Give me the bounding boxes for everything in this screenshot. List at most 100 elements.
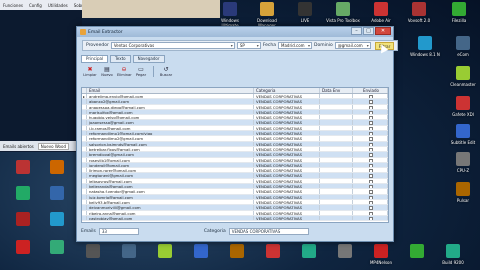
email-cell[interactable]: salsorion.bsimnds@gmail.com bbox=[87, 141, 254, 146]
enviado-checkbox[interactable] bbox=[369, 211, 373, 215]
enviado-checkbox[interactable] bbox=[369, 110, 373, 115]
column-header-enviado[interactable]: Enviado bbox=[353, 88, 388, 93]
desktop-icon[interactable] bbox=[40, 212, 74, 228]
categoria-cell[interactable]: VENDAS CORPORATIVAS bbox=[254, 157, 320, 162]
enviado-checkbox[interactable] bbox=[369, 121, 373, 125]
bg-status-field[interactable]: Nuevo Wood bbox=[37, 142, 69, 150]
data-env-cell[interactable] bbox=[320, 215, 353, 221]
proveedor-select[interactable]: Ventas Corporativas bbox=[110, 42, 235, 49]
data-env-cell[interactable] bbox=[320, 125, 353, 131]
data-env-cell[interactable] bbox=[320, 189, 353, 194]
table-row[interactable]: castrobiav@gmail.com VENDAS CORPORATIVAS bbox=[82, 215, 388, 222]
categoria-cell[interactable]: VENDAS CORPORATIVAS bbox=[254, 141, 320, 146]
categoria-cell[interactable]: VENDAS CORPORATIVAS bbox=[254, 184, 320, 189]
categoria-cell[interactable]: VENDAS CORPORATIVAS bbox=[254, 194, 320, 199]
data-env-cell[interactable] bbox=[320, 199, 353, 205]
data-env-cell[interactable] bbox=[320, 210, 353, 215]
enviado-checkbox[interactable] bbox=[369, 216, 373, 221]
desktop-icon[interactable]: Build 9200 bbox=[436, 244, 470, 265]
categoria-cell[interactable]: VENDAS CORPORATIVAS bbox=[254, 115, 320, 120]
email-cell[interactable]: reformandlimo2@gmail.com bbox=[87, 136, 254, 141]
desktop-icon[interactable]: LIVE bbox=[288, 2, 322, 23]
categoria-cell[interactable]: VENDAS CORPORATIVAS bbox=[254, 162, 320, 168]
categoria-cell[interactable]: VENDAS CORPORATIVAS bbox=[254, 136, 320, 141]
desktop-icon[interactable]: eCom bbox=[446, 36, 480, 57]
data-env-cell[interactable] bbox=[320, 194, 353, 199]
email-cell[interactable]: rosevlib1@gmail.com bbox=[87, 157, 254, 162]
desktop-icon[interactable] bbox=[184, 244, 218, 260]
enviado-checkbox[interactable] bbox=[369, 185, 373, 189]
fecha-select[interactable]: Madrid.com bbox=[278, 42, 313, 49]
data-env-cell[interactable] bbox=[320, 146, 353, 152]
categoria-cell[interactable]: VENDAS CORPORATIVAS bbox=[254, 131, 320, 136]
desktop-icon[interactable] bbox=[6, 186, 40, 202]
data-env-cell[interactable] bbox=[320, 120, 353, 125]
window-titlebar[interactable]: Email Extractor bbox=[77, 27, 393, 37]
email-cell[interactable]: betrelbar.flxos@gmail.com bbox=[87, 146, 254, 152]
new-button[interactable]: ▤ Nuevo bbox=[100, 66, 114, 77]
email-cell[interactable]: castrobiav@gmail.com bbox=[87, 215, 254, 221]
desktop-icon[interactable] bbox=[40, 186, 74, 202]
delete-button[interactable]: ⊖ Eliminar bbox=[117, 66, 132, 77]
data-env-cell[interactable] bbox=[320, 173, 353, 178]
enviado-checkbox[interactable] bbox=[369, 132, 373, 136]
categoria-cell[interactable]: VENDAS CORPORATIVAS bbox=[254, 189, 320, 194]
email-cell[interactable]: bremdioval@gmail.com bbox=[87, 152, 254, 157]
email-cell[interactable]: jonderoll@gmail.com bbox=[87, 162, 254, 168]
data-env-cell[interactable] bbox=[320, 109, 353, 115]
desktop-icon[interactable] bbox=[40, 160, 74, 176]
clear-button[interactable]: ✖ Limpiar bbox=[83, 66, 97, 77]
data-env-cell[interactable] bbox=[320, 152, 353, 157]
enviado-checkbox[interactable] bbox=[369, 100, 373, 104]
data-env-cell[interactable] bbox=[320, 94, 353, 99]
bg-menu-item[interactable]: Funciones bbox=[3, 3, 23, 8]
enviado-checkbox[interactable] bbox=[369, 137, 373, 141]
enviado-checkbox[interactable] bbox=[369, 147, 373, 152]
desktop-icon[interactable] bbox=[292, 244, 326, 260]
categoria-cell[interactable]: VENDAS CORPORATIVAS bbox=[254, 99, 320, 104]
email-cell[interactable]: andrelima.envio@gmail.com bbox=[87, 94, 254, 99]
email-cell[interactable]: ribeiro.anna@gmail.com bbox=[87, 210, 254, 215]
minimize-button[interactable]: – bbox=[351, 27, 362, 35]
data-env-cell[interactable] bbox=[320, 184, 353, 189]
enviado-checkbox[interactable] bbox=[369, 206, 373, 210]
categoria-cell[interactable]: VENDAS CORPORATIVAS bbox=[254, 152, 320, 157]
tab-navegador[interactable]: Navegador bbox=[132, 55, 165, 63]
enviado-checkbox[interactable] bbox=[369, 95, 373, 99]
enviado-checkbox[interactable] bbox=[369, 195, 373, 199]
categoria-cell[interactable]: VENDAS CORPORATIVAS bbox=[254, 199, 320, 205]
data-env-cell[interactable] bbox=[320, 136, 353, 141]
email-cell[interactable]: reformandlimo1@gmail.com/vigo bbox=[87, 131, 254, 136]
desktop-icon[interactable] bbox=[256, 244, 290, 260]
desktop-icon[interactable] bbox=[400, 244, 434, 260]
enviado-checkbox[interactable] bbox=[369, 190, 373, 194]
email-cell[interactable]: marlsulfox@gmail.com bbox=[87, 109, 254, 115]
email-cell[interactable]: kelleranda@gmail.com bbox=[87, 184, 254, 189]
categoria-cell[interactable]: VENDAS CORPORATIVAS bbox=[254, 125, 320, 131]
email-cell[interactable]: kelly93.b@gmail.com bbox=[87, 199, 254, 205]
categoria-cell[interactable]: VENDAS CORPORATIVAS bbox=[254, 94, 320, 99]
categoria-cell[interactable]: VENDAS CORPORATIVAS bbox=[254, 178, 320, 184]
desktop-icon[interactable]: Windows 8.1 N bbox=[408, 36, 442, 57]
categoria-cell[interactable]: VENDAS CORPORATIVAS bbox=[254, 205, 320, 210]
enviado-checkbox[interactable] bbox=[369, 158, 373, 162]
categoria-cell[interactable]: VENDAS CORPORATIVAS bbox=[254, 146, 320, 152]
categoria-cell[interactable]: VENDAS CORPORATIVAS bbox=[254, 168, 320, 173]
desktop-icon[interactable] bbox=[328, 244, 362, 260]
desktop-icon[interactable] bbox=[6, 240, 40, 256]
enviado-checkbox[interactable] bbox=[369, 126, 373, 131]
desktop-icon[interactable] bbox=[220, 244, 254, 260]
search-button[interactable]: ↺ Buscar bbox=[159, 66, 173, 77]
desktop-icon[interactable] bbox=[112, 244, 146, 260]
data-env-cell[interactable] bbox=[320, 205, 353, 210]
desktop-icon[interactable]: Gafete XDI bbox=[446, 96, 480, 117]
email-cell[interactable]: natasha.f.vendor@gmail.com bbox=[87, 189, 254, 194]
data-env-cell[interactable] bbox=[320, 115, 353, 120]
data-env-cell[interactable] bbox=[320, 141, 353, 146]
email-cell[interactable]: lirimon.rorer@gmail.com bbox=[87, 168, 254, 173]
data-env-cell[interactable] bbox=[320, 178, 353, 184]
desktop-icon[interactable]: CPU-Z bbox=[446, 152, 480, 173]
desktop-icon[interactable] bbox=[148, 244, 182, 260]
email-cell[interactable]: abanxx2@gmail.com bbox=[87, 99, 254, 104]
data-env-cell[interactable] bbox=[320, 157, 353, 162]
